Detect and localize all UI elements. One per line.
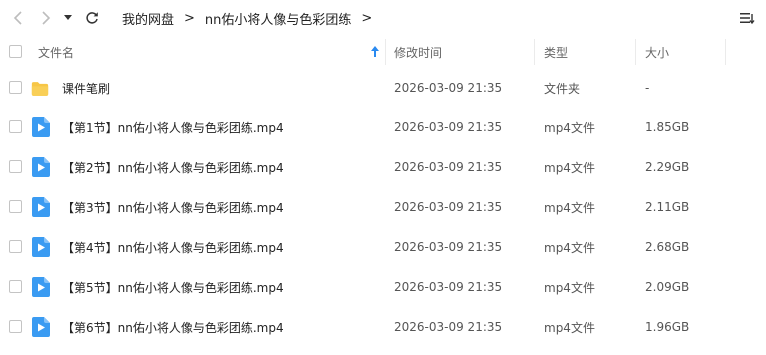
file-size: 1.85GB	[645, 120, 690, 134]
column-label-type: 类型	[544, 45, 569, 60]
file-size: 2.68GB	[645, 240, 690, 254]
video-file-icon	[32, 197, 50, 217]
chevron-left-icon	[13, 11, 22, 25]
sort-ascending-icon[interactable]	[371, 46, 379, 57]
table-row[interactable]: 【第2节】nn佑小将人像与色彩团练.mp4 2026-03-09 21:35 m…	[0, 147, 766, 187]
file-modified: 2026-03-09 21:35	[394, 200, 503, 214]
file-modified: 2026-03-09 21:35	[394, 160, 503, 174]
column-label-name: 文件名	[38, 45, 75, 60]
column-header-name[interactable]: 文件名	[38, 36, 378, 68]
refresh-icon	[86, 12, 98, 24]
column-divider	[385, 39, 386, 65]
file-size: 2.29GB	[645, 160, 690, 174]
table-row[interactable]: 【第6节】nn佑小将人像与色彩团练.mp4 2026-03-09 21:35 m…	[0, 307, 766, 347]
file-type: 文件夹	[544, 81, 581, 96]
forward-button[interactable]	[36, 8, 56, 28]
file-modified: 2026-03-09 21:35	[394, 280, 503, 294]
breadcrumb: 我的网盘 > nn佑小将人像与色彩团练 >	[122, 0, 382, 36]
folder-icon	[31, 82, 49, 96]
column-divider	[635, 39, 636, 65]
file-type: mp4文件	[544, 280, 595, 295]
breadcrumb-separator[interactable]: >	[361, 11, 372, 26]
breadcrumb-item-current[interactable]: nn佑小将人像与色彩团练	[205, 9, 351, 28]
row-checkbox[interactable]	[9, 280, 22, 293]
row-checkbox[interactable]	[9, 200, 22, 213]
file-type: mp4文件	[544, 240, 595, 255]
video-file-icon	[32, 117, 50, 137]
table-row[interactable]: 【第5节】nn佑小将人像与色彩团练.mp4 2026-03-09 21:35 m…	[0, 267, 766, 307]
row-checkbox[interactable]	[9, 160, 22, 173]
table-row[interactable]: 课件笔刷 2026-03-09 21:35 文件夹 -	[0, 68, 766, 108]
video-file-icon	[32, 277, 50, 297]
file-name: 课件笔刷	[62, 81, 111, 96]
file-name: 【第4节】nn佑小将人像与色彩团练.mp4	[62, 240, 284, 255]
file-size: -	[645, 81, 650, 95]
table-row[interactable]: 【第1节】nn佑小将人像与色彩团练.mp4 2026-03-09 21:35 m…	[0, 107, 766, 147]
file-name: 【第5节】nn佑小将人像与色彩团练.mp4	[62, 280, 284, 295]
file-type: mp4文件	[544, 200, 595, 215]
column-label-modified: 修改时间	[394, 45, 443, 60]
file-name: 【第6节】nn佑小将人像与色彩团练.mp4	[62, 320, 284, 335]
file-size: 2.11GB	[645, 200, 690, 214]
file-modified: 2026-03-09 21:35	[394, 120, 503, 134]
row-checkbox[interactable]	[9, 320, 22, 333]
column-label-size: 大小	[645, 45, 670, 60]
refresh-button[interactable]	[82, 8, 102, 28]
column-header-modified[interactable]: 修改时间	[394, 36, 442, 68]
row-checkbox[interactable]	[9, 81, 22, 94]
breadcrumb-separator: >	[184, 10, 195, 26]
video-file-icon	[32, 317, 50, 337]
file-type: mp4文件	[544, 120, 595, 135]
file-modified: 2026-03-09 21:35	[394, 81, 503, 95]
toolbar: 我的网盘 > nn佑小将人像与色彩团练 >	[0, 0, 766, 36]
file-type: mp4文件	[544, 320, 595, 335]
video-file-icon	[32, 237, 50, 257]
file-type: mp4文件	[544, 160, 595, 175]
file-name: 【第1节】nn佑小将人像与色彩团练.mp4	[62, 120, 284, 135]
file-list-header: 文件名 修改时间 类型 大小	[0, 36, 766, 68]
view-mode-button[interactable]	[738, 8, 758, 28]
file-size: 2.09GB	[645, 280, 690, 294]
file-name: 【第2节】nn佑小将人像与色彩团练.mp4	[62, 160, 284, 175]
history-dropdown-button[interactable]	[61, 8, 75, 28]
video-file-icon	[32, 157, 50, 177]
file-size: 1.96GB	[645, 320, 690, 334]
table-row[interactable]: 【第3节】nn佑小将人像与色彩团练.mp4 2026-03-09 21:35 m…	[0, 187, 766, 227]
chevron-right-icon	[42, 11, 51, 25]
file-modified: 2026-03-09 21:35	[394, 240, 503, 254]
select-all-checkbox[interactable]	[9, 45, 22, 58]
column-divider	[725, 39, 726, 65]
row-checkbox[interactable]	[9, 120, 22, 133]
caret-down-icon	[64, 15, 72, 20]
column-header-type[interactable]: 类型	[544, 36, 568, 68]
file-modified: 2026-03-09 21:35	[394, 320, 503, 334]
breadcrumb-item-root[interactable]: 我的网盘	[122, 9, 174, 28]
list-view-icon	[740, 13, 755, 25]
file-name: 【第3节】nn佑小将人像与色彩团练.mp4	[62, 200, 284, 215]
row-checkbox[interactable]	[9, 240, 22, 253]
back-button[interactable]	[8, 8, 28, 28]
column-divider	[534, 39, 535, 65]
table-row[interactable]: 【第4节】nn佑小将人像与色彩团练.mp4 2026-03-09 21:35 m…	[0, 227, 766, 267]
column-header-size[interactable]: 大小	[645, 36, 669, 68]
